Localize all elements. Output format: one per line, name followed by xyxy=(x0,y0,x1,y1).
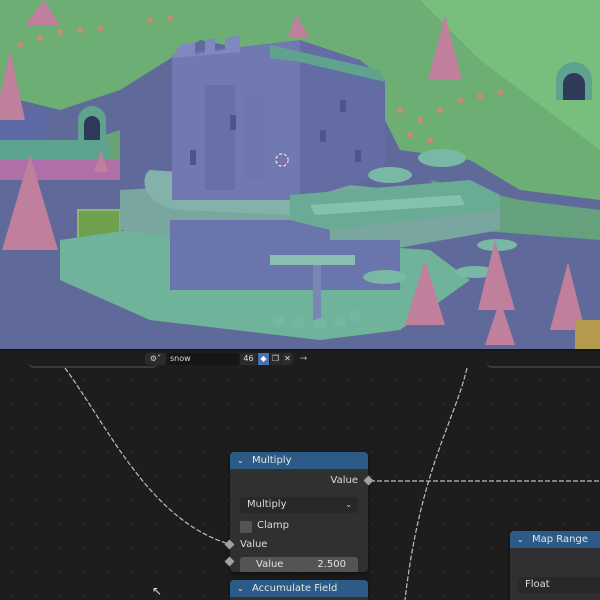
collapse-chevron-icon[interactable]: ⌄ xyxy=(517,531,524,548)
header-region-left xyxy=(28,351,158,368)
value-field-label: Value xyxy=(256,559,284,570)
header-region-right xyxy=(486,351,600,368)
duplicate-icon[interactable]: ❐ xyxy=(270,353,281,365)
accumulate-field-node-header[interactable]: ⌄ Accumulate Field xyxy=(230,580,368,597)
operation-dropdown[interactable]: Multiply ⌄ xyxy=(240,497,358,513)
user-count[interactable]: 46 xyxy=(240,353,257,365)
scene-render xyxy=(0,0,600,350)
value-field[interactable]: Value 2.500 xyxy=(240,557,358,572)
pin-icon[interactable]: ➙ xyxy=(300,353,308,365)
link-to-multiply-input xyxy=(64,368,230,545)
input-value-label: Value xyxy=(240,539,268,550)
link-vertical xyxy=(404,368,468,600)
multiply-node-title: Multiply xyxy=(252,455,292,466)
collapse-chevron-icon[interactable]: ⌄ xyxy=(237,580,244,597)
3d-viewport[interactable] xyxy=(0,0,600,350)
clamp-label: Clamp xyxy=(257,520,289,531)
close-icon[interactable]: ✕ xyxy=(282,353,293,365)
node-editor-icon[interactable]: ⚙˅ xyxy=(145,353,166,365)
mouse-pointer-icon: ↖ xyxy=(152,584,163,598)
node-tree-name-field[interactable]: snow xyxy=(167,353,239,365)
multiply-node-header[interactable]: ⌄ Multiply xyxy=(230,452,368,469)
accumulate-field-node-title: Accumulate Field xyxy=(252,583,338,594)
map-range-node-title: Map Range xyxy=(532,534,588,545)
value-field-number: 2.500 xyxy=(317,559,346,570)
operation-value: Multiply xyxy=(247,499,287,510)
collapse-chevron-icon[interactable]: ⌄ xyxy=(237,452,244,469)
accumulate-field-node[interactable]: ⌄ Accumulate Field xyxy=(230,580,368,600)
map-range-node-header[interactable]: ⌄ Map Range xyxy=(510,531,600,548)
map-range-node[interactable]: ⌄ Map Range Float xyxy=(510,531,600,600)
fake-user-shield-icon[interactable]: ◆ xyxy=(258,353,269,365)
output-value-label: Value xyxy=(330,475,358,486)
node-editor-header: ⚙˅ snow 46 ◆ ❐ ✕ ➙ xyxy=(0,351,600,368)
chevron-down-icon: ⌄ xyxy=(345,500,352,509)
clamp-checkbox[interactable] xyxy=(240,521,252,533)
node-editor-canvas[interactable]: ⌄ Multiply Value Multiply ⌄ Clamp Value … xyxy=(0,368,600,600)
multiply-node[interactable]: ⌄ Multiply Value Multiply ⌄ Clamp Value … xyxy=(230,452,368,572)
data-type-dropdown[interactable]: Float xyxy=(518,577,600,593)
data-type-value: Float xyxy=(525,579,550,590)
